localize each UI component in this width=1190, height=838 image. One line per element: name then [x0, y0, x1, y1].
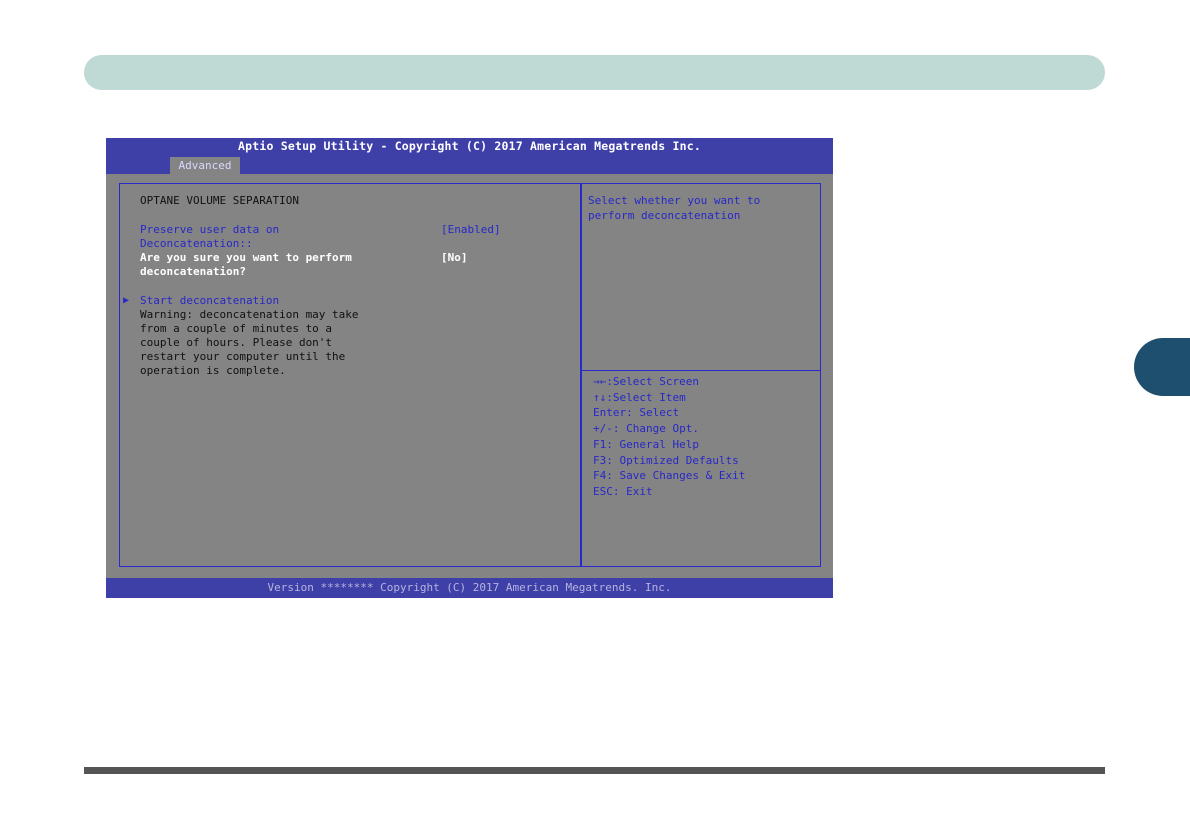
key-help-enter: Enter: Select [593, 406, 680, 419]
main-panel: OPTANE VOLUME SEPARATION Preserve user d… [119, 183, 581, 567]
start-deconcatenation-action[interactable]: Start deconcatenation [140, 294, 279, 308]
help-text-line: Select whether you want to [588, 194, 761, 207]
page-footer-rule [84, 767, 1105, 774]
bios-footer: Version ******** Copyright (C) 2017 Amer… [106, 578, 833, 598]
warning-line: restart your computer until the [140, 350, 346, 363]
help-panel: Select whether you want to perform decon… [581, 183, 821, 567]
warning-line: from a couple of minutes to a [140, 322, 333, 335]
option-confirm-value[interactable]: [No] [441, 251, 468, 265]
key-help-change-opt: +/-: Change Opt. [593, 422, 699, 435]
key-help-select-item: ↑↓:Select Item [593, 391, 686, 404]
option-preserve-label-1[interactable]: Preserve user data on [140, 223, 279, 237]
key-help-f1: F1: General Help [593, 438, 699, 451]
warning-line: couple of hours. Please don't [140, 336, 333, 349]
option-preserve-label-2[interactable]: Deconcatenation:: [140, 237, 253, 251]
chapter-tab [1134, 338, 1190, 396]
option-confirm-label-1[interactable]: Are you sure you want to perform [140, 251, 352, 265]
bios-screen: Aptio Setup Utility - Copyright (C) 2017… [106, 138, 833, 598]
tab-advanced[interactable]: Advanced [170, 157, 240, 174]
help-text-line: perform deconcatenation [588, 209, 741, 222]
page-header-band [84, 55, 1105, 90]
bios-title-bar: Aptio Setup Utility - Copyright (C) 2017… [106, 138, 833, 174]
submenu-arrow-icon: ▶ [123, 295, 130, 306]
warning-line: operation is complete. [140, 364, 286, 377]
bios-title: Aptio Setup Utility - Copyright (C) 2017… [237, 139, 702, 153]
option-confirm-label-2[interactable]: deconcatenation? [140, 265, 246, 279]
section-title: OPTANE VOLUME SEPARATION [140, 194, 299, 207]
key-help-esc: ESC: Exit [593, 485, 653, 498]
warning-line: Warning: deconcatenation may take [140, 308, 359, 321]
key-help-f4: F4: Save Changes & Exit [593, 469, 746, 482]
key-help-select-screen: →←:Select Screen [593, 375, 699, 388]
help-divider [582, 370, 820, 371]
key-help-f3: F3: Optimized Defaults [593, 454, 739, 467]
option-preserve-value[interactable]: [Enabled] [441, 223, 501, 237]
